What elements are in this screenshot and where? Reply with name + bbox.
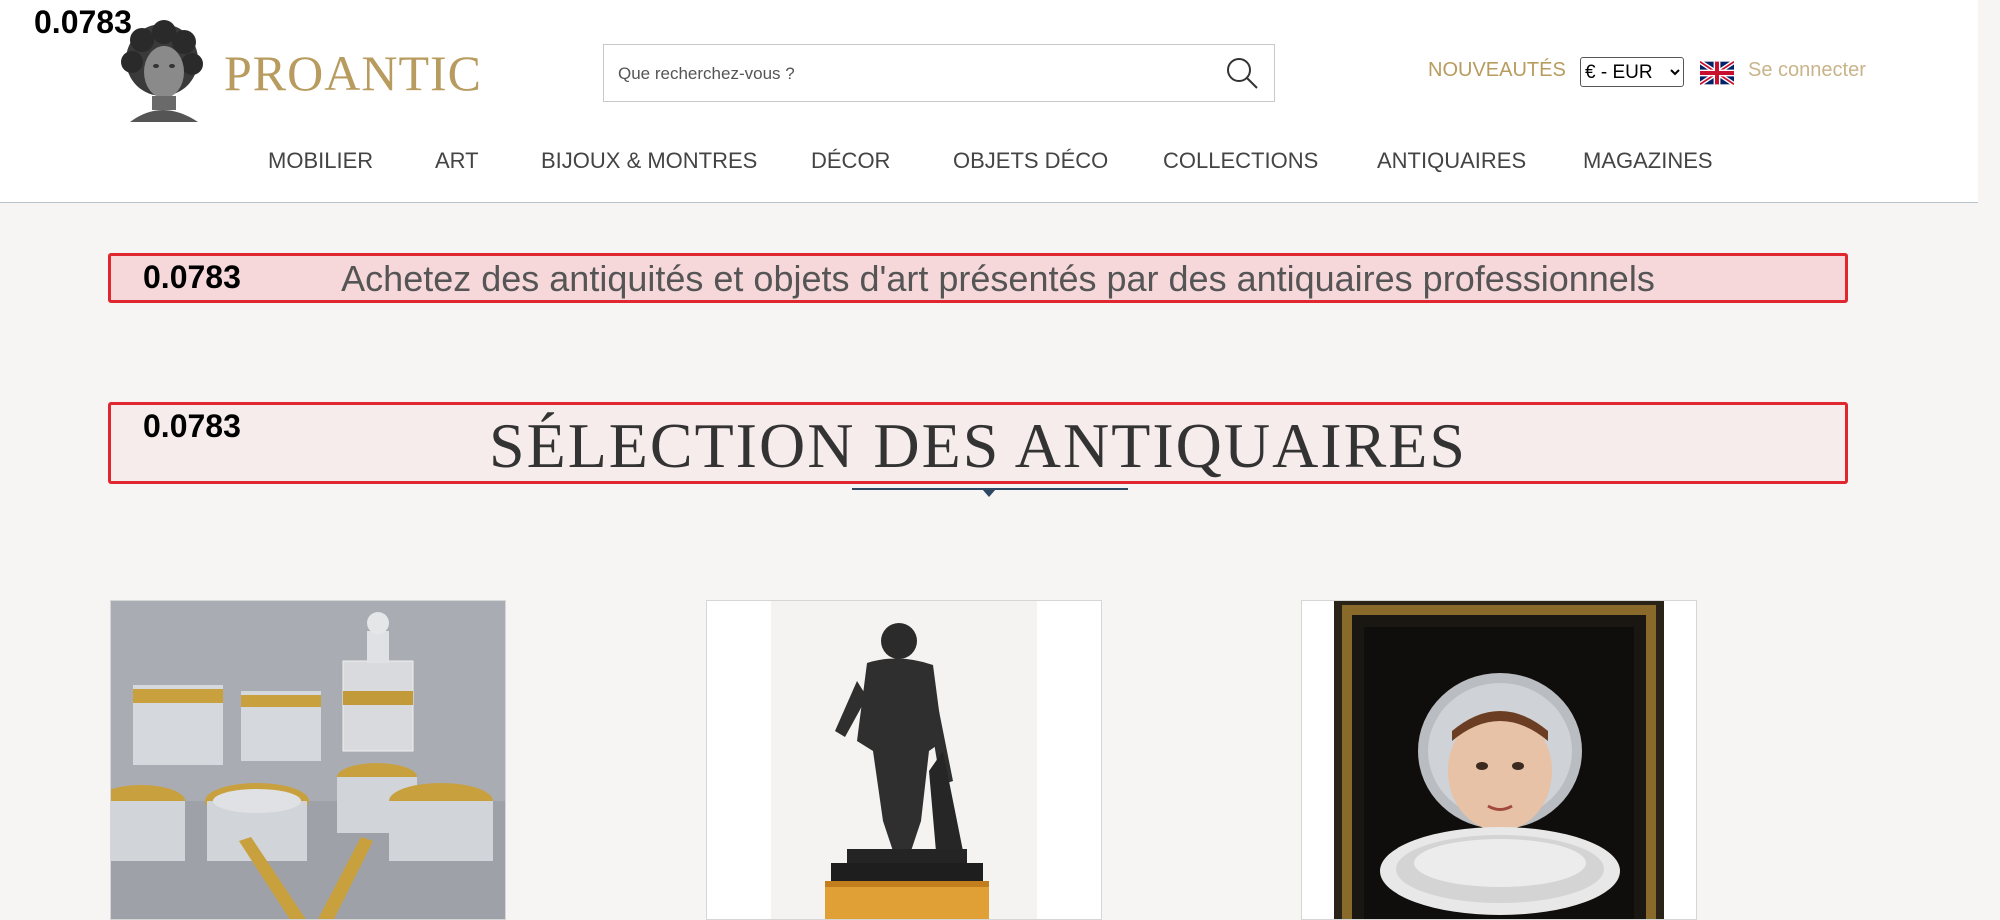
brand-logo[interactable]: PROANTIC <box>224 44 482 102</box>
nav-item-decor[interactable]: DÉCOR <box>811 148 890 174</box>
currency-select[interactable]: € - EUR <box>1580 57 1684 87</box>
nav-item-magazines[interactable]: MAGAZINES <box>1583 148 1713 174</box>
product-card[interactable] <box>110 600 506 920</box>
nav-item-objets-deco[interactable]: OBJETS DÉCO <box>953 148 1108 174</box>
nav-item-bijoux-montres[interactable]: BIJOUX & MONTRES <box>541 148 757 174</box>
search-input[interactable] <box>616 45 1200 103</box>
gilded-glassware-image <box>111 601 505 919</box>
tagline-text: Achetez des antiquités et objets d'art p… <box>341 258 1655 299</box>
divider-arrow-icon <box>982 489 996 497</box>
nav-item-collections[interactable]: COLLECTIONS <box>1163 148 1318 174</box>
score-label: 0.0783 <box>34 4 132 40</box>
nav-item-mobilier[interactable]: MOBILIER <box>268 148 373 174</box>
nav-item-art[interactable]: ART <box>435 148 479 174</box>
uk-flag-icon[interactable] <box>1698 59 1736 87</box>
site-header: PROANTIC NOUVEAUTÉS € - EUR Se connecter… <box>0 0 1978 203</box>
main-nav: MOBILIER ART BIJOUX & MONTRES DÉCOR OBJE… <box>0 148 1978 178</box>
search-button[interactable] <box>1220 53 1264 93</box>
nouveautes-link[interactable]: NOUVEAUTÉS <box>1428 59 1566 82</box>
search-icon <box>1227 58 1258 89</box>
section-title: SÉLECTION DES ANTIQUAIRES <box>489 410 1467 481</box>
product-card[interactable] <box>706 600 1102 920</box>
bronze-statue-image <box>707 601 1101 919</box>
search-bar <box>603 44 1275 103</box>
portrait-painting-image <box>1302 601 1696 919</box>
section-title-banner: 0.0783 SÉLECTION DES ANTIQUAIRES <box>108 402 1848 484</box>
nav-item-antiquaires[interactable]: ANTIQUAIRES <box>1377 148 1526 174</box>
login-link[interactable]: Se connecter <box>1748 59 1866 82</box>
product-card[interactable] <box>1301 600 1697 920</box>
tagline-banner: 0.0783 Achetez des antiquités et objets … <box>108 253 1848 303</box>
